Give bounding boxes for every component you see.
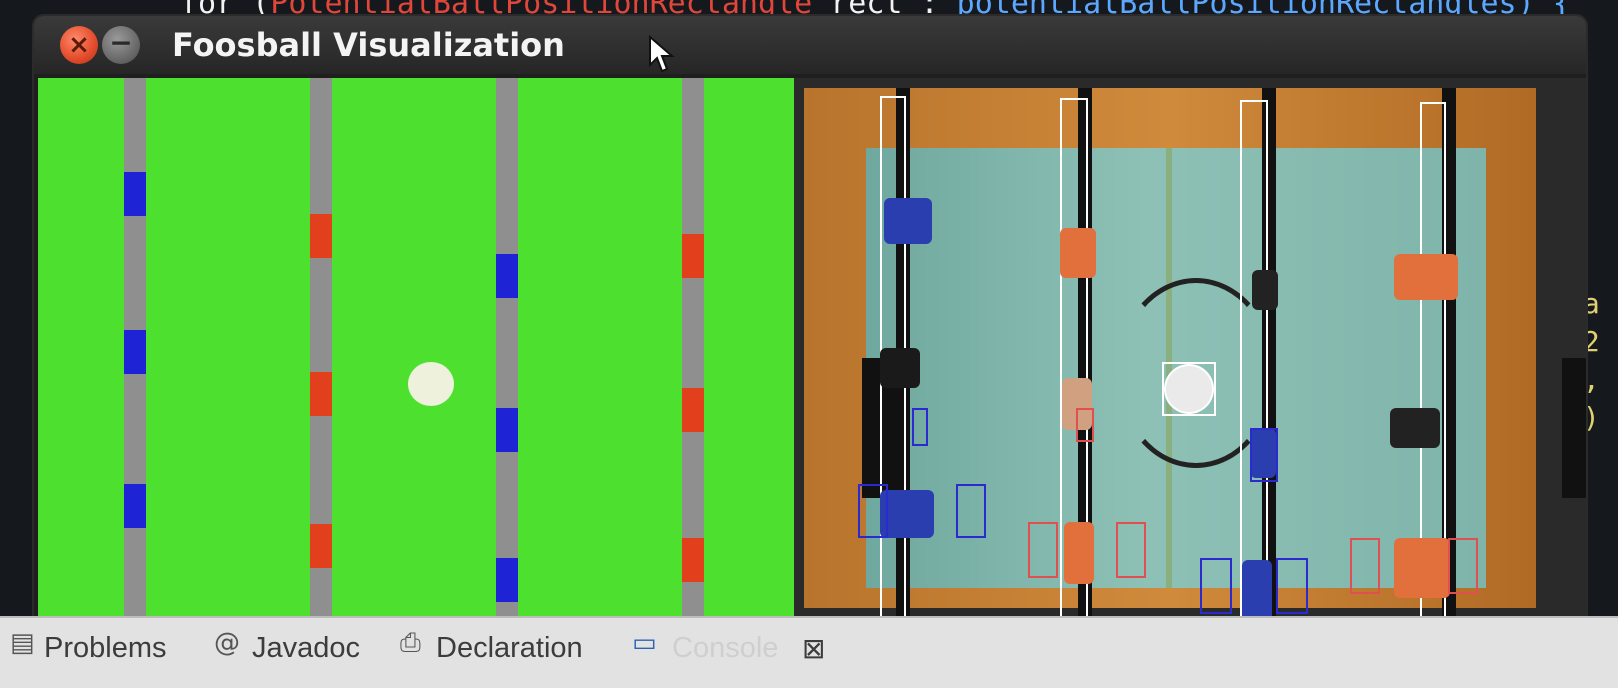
- window-title: Foosball Visualization: [172, 26, 565, 64]
- blue-player-marker: [496, 254, 518, 298]
- blue-player-marker: [124, 330, 146, 374]
- blue-figure: [880, 348, 920, 388]
- warning-icon: ▤: [10, 628, 35, 658]
- declaration-icon: ⎙: [400, 628, 421, 658]
- window-titlebar[interactable]: × − Foosball Visualization: [34, 16, 1586, 74]
- red-figure: [1394, 538, 1450, 598]
- blue-detection-box: [912, 408, 928, 446]
- red-player-marker: [310, 214, 332, 258]
- tab-console[interactable]: Console: [672, 632, 778, 665]
- foosball-field-visualization: [38, 78, 794, 632]
- console-icon: ▭: [632, 628, 657, 658]
- blue-player-marker: [496, 408, 518, 452]
- right-goal: [1562, 358, 1586, 498]
- blue-detection-box: [1250, 428, 1278, 482]
- close-window-button[interactable]: ×: [60, 26, 98, 64]
- foosball-visualization-window: × − Foosball Visualization: [34, 16, 1586, 644]
- red-player-marker: [682, 234, 704, 278]
- red-detection-box: [1028, 522, 1058, 578]
- rod-detection-box: [1240, 100, 1268, 638]
- blue-detection-box: [858, 484, 888, 538]
- blue-detection-box: [1200, 558, 1232, 614]
- close-icon[interactable]: ⊠: [802, 632, 825, 665]
- tab-problems[interactable]: Problems: [44, 632, 167, 665]
- red-detection-box: [1448, 538, 1478, 594]
- ball-detection-box: [1162, 362, 1216, 416]
- red-detection-box: [1116, 522, 1146, 578]
- mouse-cursor-icon: [649, 35, 675, 73]
- rod-4: [682, 78, 704, 632]
- minimize-window-button[interactable]: −: [102, 26, 140, 64]
- red-figure: [1394, 254, 1458, 300]
- blue-figure: [880, 490, 934, 538]
- blue-figure: [884, 198, 932, 244]
- red-figure: [1060, 228, 1096, 278]
- blue-figure: [1252, 270, 1278, 310]
- red-detection-box: [1350, 538, 1380, 594]
- red-figure: [1390, 408, 1440, 448]
- tab-declaration[interactable]: Declaration: [436, 632, 583, 665]
- rod-1: [124, 78, 146, 632]
- blue-figure: [1242, 560, 1272, 624]
- red-player-marker: [682, 388, 704, 432]
- blue-player-marker: [496, 558, 518, 602]
- tab-javadoc[interactable]: Javadoc: [252, 632, 360, 665]
- red-player-marker: [310, 524, 332, 568]
- red-player-marker: [682, 538, 704, 582]
- bottom-views-panel: ▤ Problems @ Javadoc ⎙ Declaration ▭ Con…: [0, 616, 1618, 688]
- red-figure: [1064, 522, 1094, 584]
- ball-marker: [408, 362, 454, 406]
- at-icon: @: [214, 628, 240, 658]
- blue-detection-box: [1276, 558, 1308, 614]
- blue-detection-box: [956, 484, 986, 538]
- red-player-marker: [310, 372, 332, 416]
- blue-player-marker: [124, 484, 146, 528]
- rod-2: [310, 78, 332, 632]
- red-detection-box: [1076, 408, 1094, 442]
- rod-3: [496, 78, 518, 632]
- blue-player-marker: [124, 172, 146, 216]
- camera-feed: [794, 78, 1586, 644]
